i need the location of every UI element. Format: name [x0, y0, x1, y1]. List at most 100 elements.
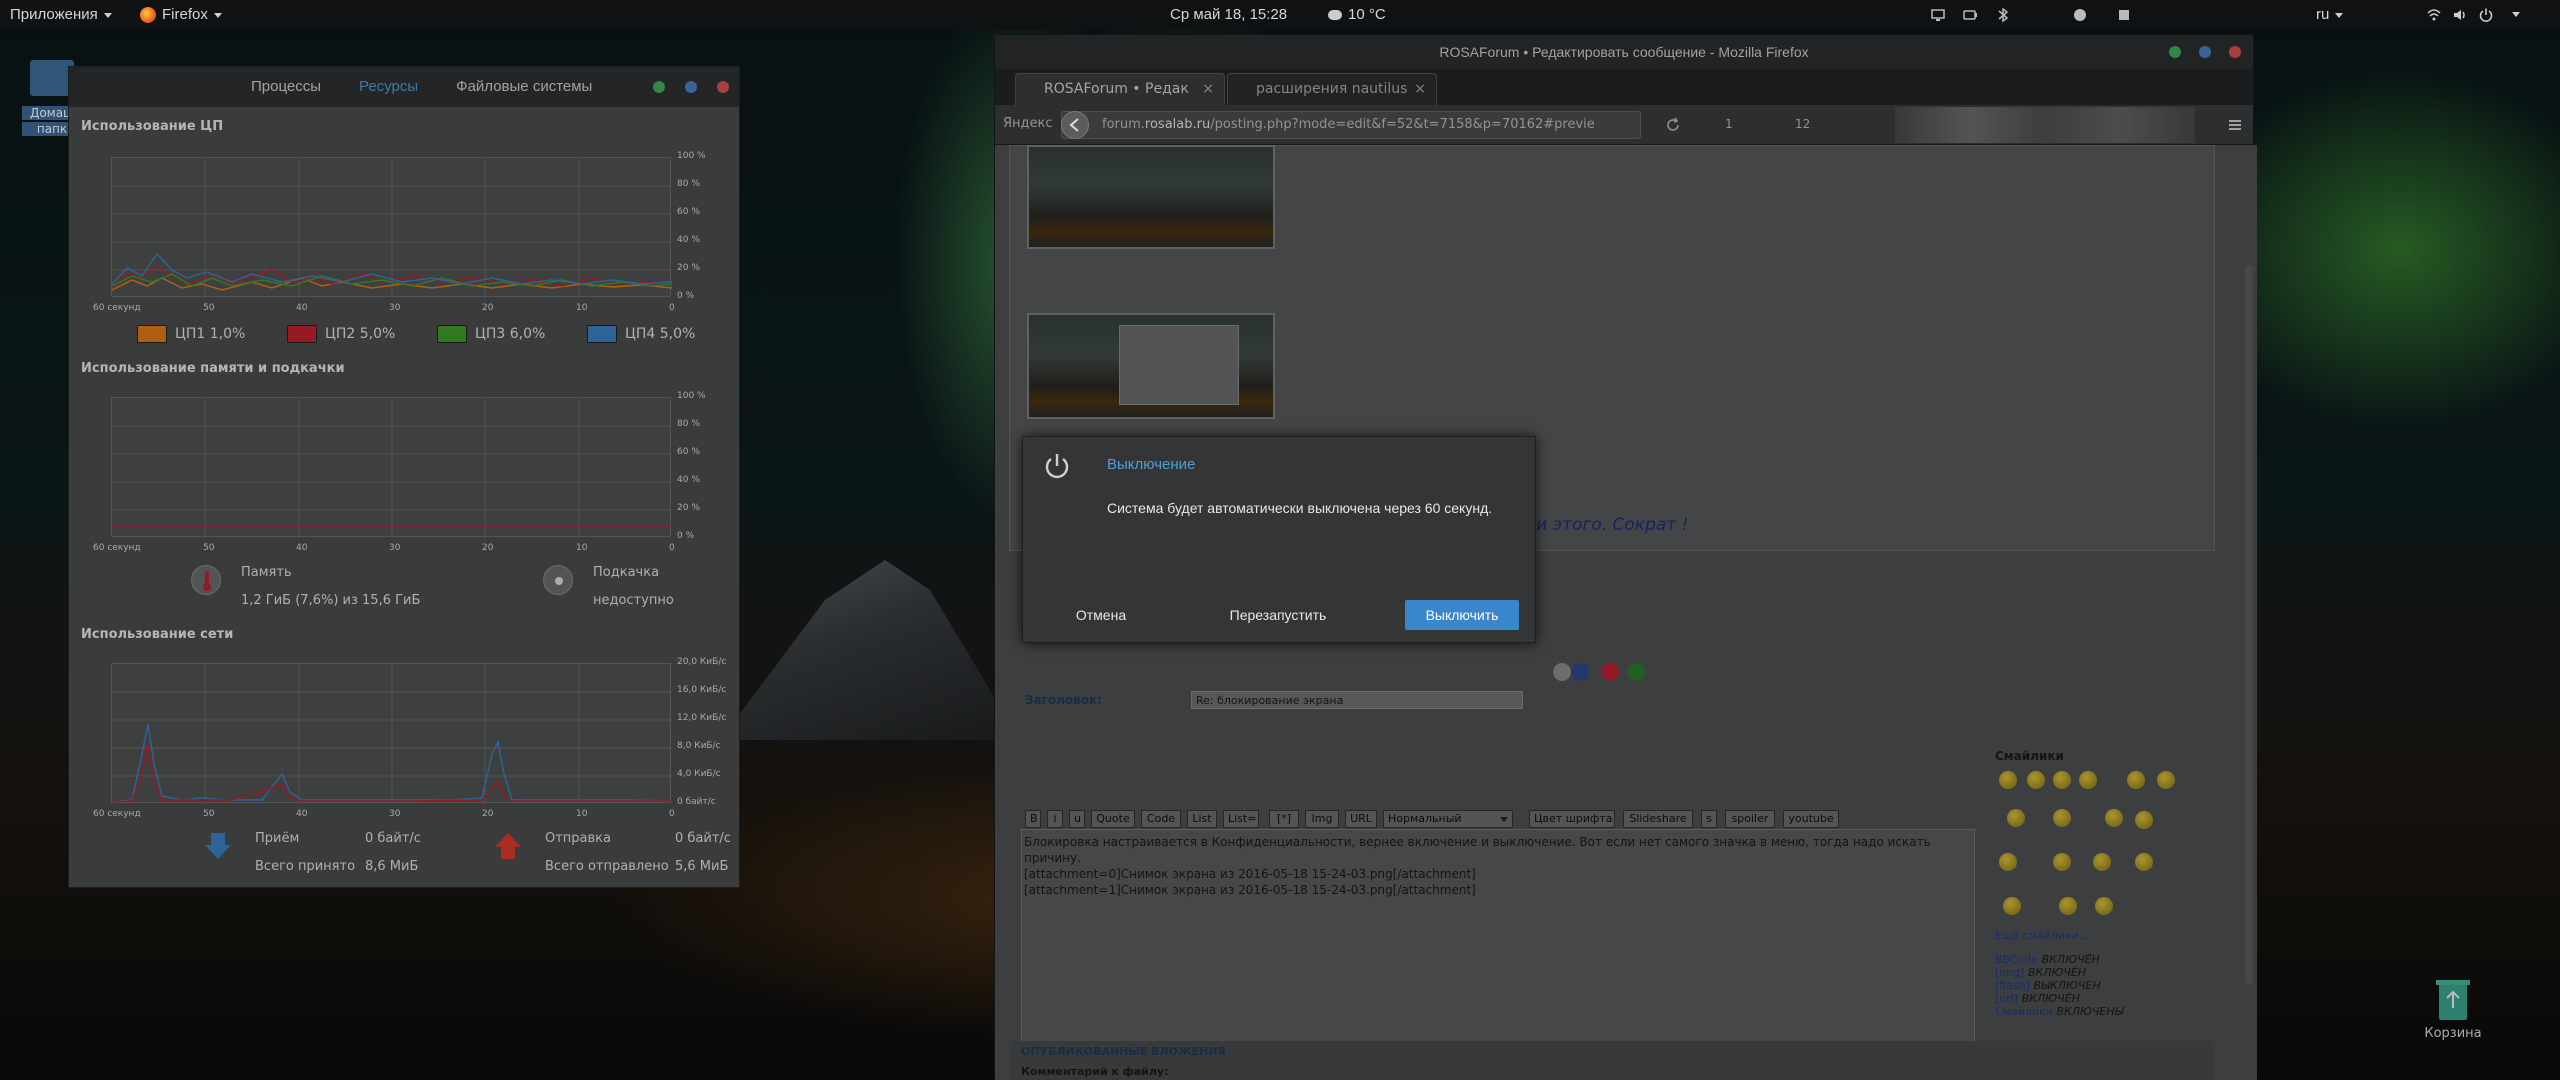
cpu-ytick: 20 % [677, 263, 700, 273]
smiley-icon[interactable] [2007, 809, 2025, 827]
cpu4-swatch[interactable] [587, 325, 617, 343]
cpu3-swatch[interactable] [437, 325, 467, 343]
display-icon[interactable] [1930, 7, 1946, 23]
memory-xtick: 50 [203, 543, 215, 553]
code-button[interactable]: Code [1141, 810, 1181, 828]
firefox-titlebar: ROSAForum • Редактировать сообщение - Mo… [995, 35, 2253, 69]
smiley-icon[interactable] [1999, 771, 2017, 789]
swap-pie-icon[interactable] [543, 565, 573, 595]
battery-icon[interactable] [1962, 7, 1978, 23]
strike-button[interactable]: s [1701, 810, 1717, 828]
bold-button[interactable]: B [1025, 810, 1041, 828]
smiley-icon[interactable] [2105, 809, 2123, 827]
smiley-icon[interactable] [2003, 897, 2021, 915]
chevron-down-icon[interactable] [2512, 12, 2520, 17]
close-tab-icon[interactable]: × [1414, 74, 1426, 104]
reload-icon[interactable] [1665, 117, 1681, 133]
font-size-select[interactable]: Нормальный [1383, 810, 1513, 828]
firefox-app-menu[interactable]: Firefox [140, 6, 222, 24]
maximize-button[interactable] [685, 81, 697, 93]
memory-label: Память [241, 565, 292, 580]
memory-pie-icon[interactable] [191, 565, 221, 595]
bluetooth-icon[interactable] [1995, 7, 2011, 23]
page-scrollbar[interactable] [2245, 265, 2253, 985]
memory-section-title: Использование памяти и подкачки [81, 361, 345, 376]
quote-button[interactable]: Quote [1091, 810, 1135, 828]
minimize-button[interactable] [2169, 46, 2181, 58]
cpu2-swatch[interactable] [287, 325, 317, 343]
underline-button[interactable]: u [1069, 810, 1085, 828]
img-button[interactable]: Img [1305, 810, 1339, 828]
italic-button[interactable]: i [1047, 810, 1063, 828]
url-path: /posting.php?mode=edit&f=52&t=7158&p=701… [1210, 117, 1595, 132]
back-button[interactable] [1061, 111, 1089, 139]
smiley-icon[interactable] [2027, 771, 2045, 789]
tab-rosaforum[interactable]: ROSAForum • Редак × [1015, 73, 1225, 105]
youtube-button[interactable]: youtube [1783, 810, 1839, 828]
cpu-xtick: 30 [389, 303, 401, 313]
list-ordered-button[interactable]: List= [1223, 810, 1259, 828]
network-icon[interactable] [2426, 7, 2442, 23]
volume-icon[interactable] [2452, 7, 2468, 23]
spoiler-button[interactable]: spoiler [1725, 810, 1775, 828]
info-icon[interactable] [1571, 663, 1589, 681]
smiley-icon[interactable] [1999, 853, 2017, 871]
restart-button[interactable]: Перезапустить [1203, 600, 1353, 630]
font-color-button[interactable]: Цвет шрифта [1529, 810, 1615, 828]
cancel-button[interactable]: Отмена [1041, 600, 1161, 630]
keyboard-layout[interactable]: ru [2316, 6, 2344, 23]
weather-indicator[interactable]: 10 °C [1328, 6, 1386, 23]
minimize-button[interactable] [653, 81, 665, 93]
list-item-button[interactable]: [*] [1269, 810, 1299, 828]
smiley-icon[interactable] [2079, 771, 2097, 789]
close-button[interactable] [717, 81, 729, 93]
clock[interactable]: Ср май 18, 15:28 [1170, 6, 1287, 23]
smiley-icon[interactable] [2053, 853, 2071, 871]
close-button[interactable] [2229, 46, 2241, 58]
tab-file-systems[interactable]: Файловые системы [456, 78, 592, 95]
url-button[interactable]: URL [1345, 810, 1377, 828]
smiley-icon[interactable] [2157, 771, 2175, 789]
cpu1-swatch[interactable] [137, 325, 167, 343]
smiley-icon[interactable] [2053, 771, 2071, 789]
chat-icon[interactable] [2072, 7, 2088, 23]
system-status-icon[interactable] [2116, 7, 2132, 23]
cpu-graph-svg [112, 158, 672, 298]
smiley-icon[interactable] [2127, 771, 2145, 789]
url-bar[interactable]: forum.rosalab.ru/posting.php?mode=edit&f… [1061, 111, 1641, 139]
smiley-icon[interactable] [2053, 809, 2071, 827]
tab-resources[interactable]: Ресурсы [359, 78, 418, 95]
cpu4-legend: ЦП4 5,0% [587, 325, 737, 343]
power-icon[interactable] [2478, 7, 2494, 23]
trash-icon [2436, 980, 2470, 1020]
tab-nautilus-extensions[interactable]: расширения nautilus × [1227, 73, 1437, 105]
attachment-thumbnail-1[interactable] [1027, 145, 1275, 249]
close-tab-icon[interactable]: × [1202, 74, 1214, 104]
smiley-icon[interactable] [2093, 853, 2111, 871]
more-smilies-link[interactable]: Ещё смайлики… [1995, 929, 2090, 942]
attachment-thumbnail-2[interactable] [1027, 313, 1275, 419]
system-monitor-tabs: Процессы Ресурсы Файловые системы [251, 78, 592, 95]
maximize-button[interactable] [2199, 46, 2211, 58]
hamburger-menu-icon[interactable] [2227, 117, 2243, 133]
smiley-icon[interactable] [2095, 897, 2113, 915]
smiley-icon[interactable] [1553, 663, 1571, 681]
desktop-trash[interactable]: Корзина [2418, 976, 2488, 1041]
slideshare-button[interactable]: Slideshare [1623, 810, 1693, 828]
toolbar-count-2[interactable]: 12 [1795, 117, 1810, 131]
memory-xtick: 30 [389, 543, 401, 553]
smiley-icon[interactable] [1601, 663, 1619, 681]
smiley-icon[interactable] [2135, 811, 2153, 829]
list-button[interactable]: List [1187, 810, 1217, 828]
applications-menu[interactable]: Приложения [10, 6, 112, 23]
toolbar-decoration-image [1895, 107, 2195, 143]
tab-processes[interactable]: Процессы [251, 78, 321, 95]
smiley-icon[interactable] [2059, 897, 2077, 915]
receive-total-value: 8,6 МиБ [365, 859, 419, 874]
subject-input[interactable] [1191, 691, 1523, 709]
shutdown-button[interactable]: Выключить [1405, 600, 1519, 630]
toolbar-count-1[interactable]: 1 [1725, 117, 1733, 131]
memory-xtick: 0 [669, 543, 675, 553]
smiley-icon[interactable] [1627, 663, 1645, 681]
smiley-icon[interactable] [2135, 853, 2153, 871]
